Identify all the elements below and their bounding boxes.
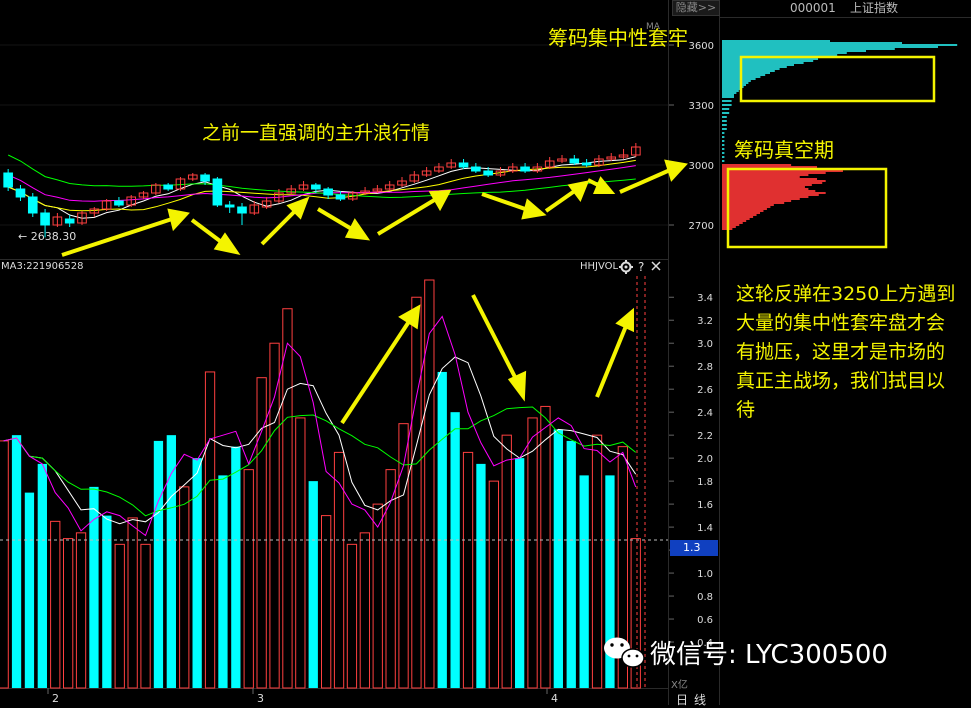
time-label: 2 xyxy=(52,692,59,705)
candle-body xyxy=(483,170,493,176)
volume-tick-label: 1.6 xyxy=(697,500,713,511)
volume-tick-label: 1.0 xyxy=(697,569,713,580)
candle-body xyxy=(200,174,210,182)
candle-body xyxy=(163,184,173,190)
candle-body xyxy=(471,166,481,172)
volume-bar-down xyxy=(476,463,486,688)
volume-bar-down xyxy=(579,475,589,688)
volume-tick-label: 2.6 xyxy=(697,385,713,396)
volume-tick-label: 2.4 xyxy=(697,408,713,419)
annotation-note: 这轮反弹在3250上方遇到大量的集中性套牢盘才会有抛压，这里才是市场的真正主战场… xyxy=(736,283,956,421)
candle-body xyxy=(15,188,26,198)
volume-bar-down xyxy=(218,475,228,688)
price-tick-label: 3300 xyxy=(689,101,714,112)
annotation-trapped: 筹码集中性套牢 xyxy=(548,26,688,50)
candle-body xyxy=(114,200,124,206)
candle-body xyxy=(237,206,247,214)
volume-bar-down xyxy=(566,440,576,688)
volume-bar-down xyxy=(102,515,112,688)
wechat-watermark: 微信号: LYC300500 xyxy=(650,640,888,670)
stock-name: 上证指数 xyxy=(850,1,899,15)
volume-bar-down xyxy=(11,435,22,688)
candle-body xyxy=(224,204,235,208)
annotation-vacuum: 筹码真空期 xyxy=(734,138,834,162)
volume-tick-label: 0.6 xyxy=(697,615,713,626)
volume-tick-label: 3.0 xyxy=(697,339,713,350)
volume-unit: X亿 xyxy=(671,680,688,691)
price-tick-label: 3600 xyxy=(689,41,714,52)
candle-body xyxy=(40,212,50,226)
volume-tick-label: 2.8 xyxy=(697,362,713,373)
indicator-name[interactable]: HHJVOL xyxy=(580,261,618,272)
volume-bar-down xyxy=(437,371,447,688)
volume-tick-label: 2.2 xyxy=(697,431,713,442)
volume-tick-label: 0.8 xyxy=(697,592,713,603)
volume-tick-label: 2.0 xyxy=(697,454,713,465)
volume-bar-down xyxy=(553,429,563,688)
current-value-badge: 1.3 xyxy=(683,541,701,554)
period-label[interactable]: 日线 xyxy=(676,691,712,708)
candle-body xyxy=(311,184,321,190)
time-label: 4 xyxy=(551,692,558,705)
volume-tick-label: 1.8 xyxy=(697,477,713,488)
stock-code: 000001 xyxy=(790,1,836,15)
candle-body xyxy=(64,218,75,224)
volume-bar-down xyxy=(153,440,164,688)
hide-button[interactable]: 隐藏>> xyxy=(672,0,720,16)
annotation-uptrend: 之前一直强调的主升浪行情 xyxy=(202,122,431,144)
volume-tick-label: 3.2 xyxy=(697,316,713,327)
help-icon[interactable]: ? xyxy=(638,260,644,274)
volume-bar-down xyxy=(24,492,35,688)
candle-body xyxy=(212,178,223,206)
low-price-label: ← 2638.30 xyxy=(18,230,77,243)
candle-body xyxy=(335,194,346,200)
volume-bar-down xyxy=(37,463,47,688)
price-tick-label: 2700 xyxy=(689,221,714,232)
candle-body xyxy=(323,188,333,196)
time-label: 3 xyxy=(257,692,264,705)
price-tick-label: 3000 xyxy=(689,161,714,172)
volume-bar-down xyxy=(515,458,525,688)
candle-body xyxy=(458,162,469,168)
candle-body xyxy=(27,196,38,214)
candle-body xyxy=(581,162,592,166)
candle-body xyxy=(520,166,530,172)
volume-bar-down xyxy=(450,412,460,688)
volume-tick-label: 1.4 xyxy=(697,523,713,534)
volume-bar-down xyxy=(308,481,318,688)
candle-body xyxy=(569,158,580,164)
candle-body xyxy=(3,172,13,188)
volume-bar-down xyxy=(231,446,241,688)
indicator-value-label: MA3:221906528 xyxy=(1,261,84,272)
volume-tick-label: 3.4 xyxy=(697,293,713,304)
